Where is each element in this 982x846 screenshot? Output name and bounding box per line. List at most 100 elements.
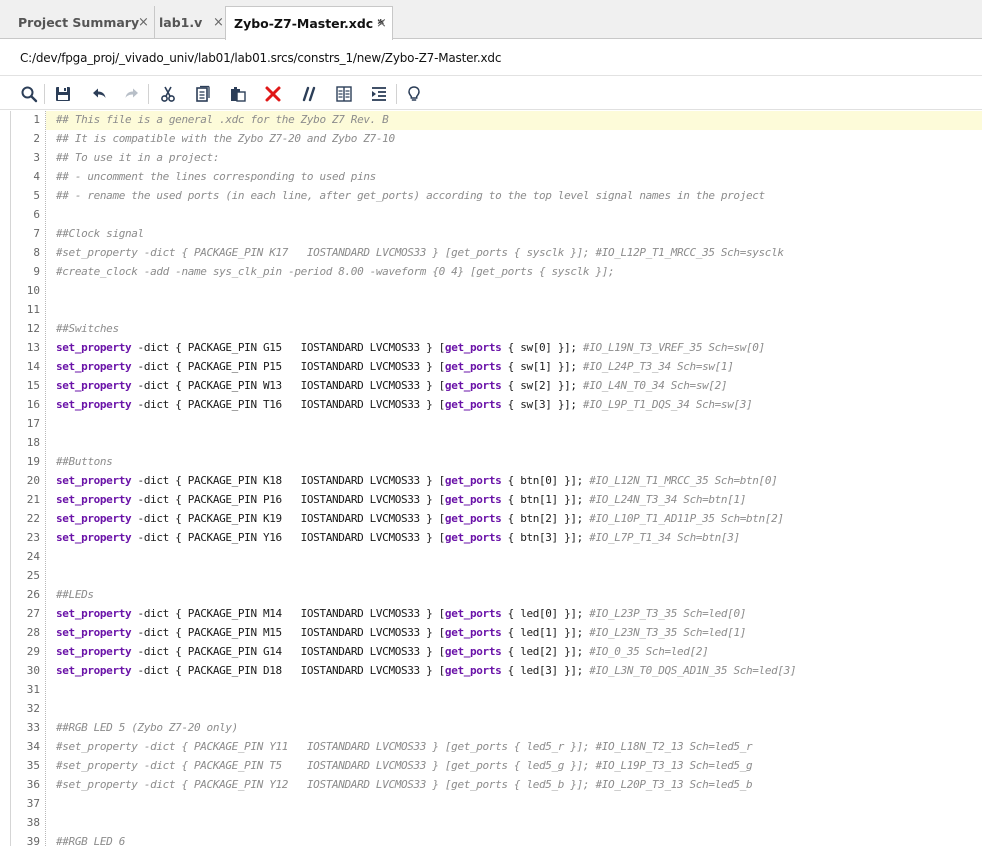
code-token: -dict { PACKAGE_PIN M14 IOSTANDARD LVCMO… bbox=[131, 607, 446, 620]
code-line[interactable]: 26 ##LEDs bbox=[0, 586, 982, 605]
code-line[interactable]: 11 bbox=[0, 301, 982, 320]
search-icon[interactable] bbox=[18, 83, 40, 105]
comment-token: ##Buttons bbox=[56, 455, 113, 468]
code-line[interactable]: 29 set_property -dict { PACKAGE_PIN G14 I… bbox=[0, 643, 982, 662]
code-line[interactable]: 18 bbox=[0, 434, 982, 453]
redo-icon[interactable] bbox=[121, 83, 143, 105]
line-code: ##Switches bbox=[56, 322, 119, 335]
toggle-columns-icon[interactable] bbox=[333, 83, 355, 105]
paste-icon[interactable] bbox=[227, 83, 249, 105]
code-line[interactable]: 20 set_property -dict { PACKAGE_PIN K18 I… bbox=[0, 472, 982, 491]
line-number: 26 bbox=[26, 588, 40, 601]
code-token: { led[3] }]; bbox=[501, 664, 590, 677]
keyword-token: get_ports bbox=[444, 379, 502, 392]
code-line[interactable]: 19 ##Buttons bbox=[0, 453, 982, 472]
code-line[interactable]: 6 bbox=[0, 206, 982, 225]
close-icon[interactable]: × bbox=[138, 15, 149, 30]
keyword-token: set_property bbox=[56, 531, 132, 544]
undo-icon[interactable] bbox=[88, 83, 110, 105]
code-line[interactable]: 33 ##RGB LED 5 (Zybo Z7-20 only) bbox=[0, 719, 982, 738]
code-line[interactable]: 13 set_property -dict { PACKAGE_PIN G15 I… bbox=[0, 339, 982, 358]
save-icon[interactable] bbox=[52, 83, 74, 105]
comment-token: ## - rename the used ports (in each line… bbox=[56, 189, 765, 202]
comment-icon[interactable] bbox=[298, 83, 320, 105]
line-code: set_property -dict { PACKAGE_PIN M15 IOS… bbox=[56, 626, 746, 639]
cut-icon[interactable] bbox=[157, 83, 179, 105]
line-number: 10 bbox=[26, 284, 40, 297]
code-line[interactable]: 30 set_property -dict { PACKAGE_PIN D18 I… bbox=[0, 662, 982, 681]
lightbulb-icon[interactable] bbox=[403, 83, 425, 105]
line-number: 25 bbox=[26, 569, 40, 582]
keyword-token: set_property bbox=[56, 474, 132, 487]
keyword-token: get_ports bbox=[444, 512, 502, 525]
comment-token: #IO_L12N_T1_MRCC_35 Sch=btn[0] bbox=[589, 474, 778, 487]
code-line[interactable]: 25 bbox=[0, 567, 982, 586]
line-number: 31 bbox=[26, 683, 40, 696]
tab-zybo-z7-master-xdc[interactable]: Zybo-Z7-Master.xdc * × bbox=[225, 6, 393, 40]
keyword-token: set_property bbox=[56, 360, 132, 373]
code-line[interactable]: 37 bbox=[0, 795, 982, 814]
line-number: 16 bbox=[26, 398, 40, 411]
code-token: -dict { PACKAGE_PIN Y16 IOSTANDARD LVCMO… bbox=[131, 531, 446, 544]
indent-icon[interactable] bbox=[368, 83, 390, 105]
comment-token: #IO_L3N_T0_DQS_AD1N_35 Sch=led[3] bbox=[589, 664, 797, 677]
code-line[interactable]: 4 ## - uncomment the lines corresponding … bbox=[0, 168, 982, 187]
keyword-token: set_property bbox=[56, 341, 132, 354]
line-code: #set_property -dict { PACKAGE_PIN T5 IOS… bbox=[56, 759, 753, 772]
comment-token: #IO_L10P_T1_AD11P_35 Sch=btn[2] bbox=[589, 512, 784, 525]
line-code: ## To use it in a project: bbox=[56, 151, 219, 164]
line-number: 4 bbox=[33, 170, 40, 183]
code-line[interactable]: 21 set_property -dict { PACKAGE_PIN P16 I… bbox=[0, 491, 982, 510]
code-line[interactable]: 23 set_property -dict { PACKAGE_PIN Y16 I… bbox=[0, 529, 982, 548]
code-line[interactable]: 16 set_property -dict { PACKAGE_PIN T16 I… bbox=[0, 396, 982, 415]
line-code: #set_property -dict { PACKAGE_PIN Y12 IO… bbox=[56, 778, 753, 791]
line-code: #set_property -dict { PACKAGE_PIN K17 IO… bbox=[56, 246, 784, 259]
code-line[interactable]: 8 #set_property -dict { PACKAGE_PIN K17 I… bbox=[0, 244, 982, 263]
code-line[interactable]: 3 ## To use it in a project: bbox=[0, 149, 982, 168]
code-token: { led[1] }]; bbox=[501, 626, 590, 639]
tab-project-summary[interactable]: Project Summary × bbox=[10, 6, 155, 39]
comment-token: #set_property -dict { PACKAGE_PIN T5 IOS… bbox=[56, 759, 753, 772]
keyword-token: get_ports bbox=[444, 398, 502, 411]
code-editor[interactable]: 1 ## This file is a general .xdc for the … bbox=[0, 111, 982, 846]
copy-icon[interactable] bbox=[192, 83, 214, 105]
line-code: ##RGB LED 5 (Zybo Z7-20 only) bbox=[56, 721, 238, 734]
code-line[interactable]: 1 ## This file is a general .xdc for the … bbox=[0, 111, 982, 130]
code-token: { led[2] }]; bbox=[501, 645, 590, 658]
code-line[interactable]: 9 #create_clock -add -name sys_clk_pin -p… bbox=[0, 263, 982, 282]
keyword-token: get_ports bbox=[444, 531, 502, 544]
code-line[interactable]: 34 #set_property -dict { PACKAGE_PIN Y11 … bbox=[0, 738, 982, 757]
code-line[interactable]: 28 set_property -dict { PACKAGE_PIN M15 I… bbox=[0, 624, 982, 643]
code-line[interactable]: 38 bbox=[0, 814, 982, 833]
line-number: 21 bbox=[26, 493, 40, 506]
code-line[interactable]: 24 bbox=[0, 548, 982, 567]
tab-lab1-v[interactable]: lab1.v × bbox=[151, 6, 225, 39]
code-line[interactable]: 32 bbox=[0, 700, 982, 719]
close-icon[interactable]: × bbox=[213, 15, 224, 30]
code-line[interactable]: 2 ## It is compatible with the Zybo Z7-20… bbox=[0, 130, 982, 149]
line-number: 23 bbox=[26, 531, 40, 544]
code-line[interactable]: 12 ##Switches bbox=[0, 320, 982, 339]
code-line[interactable]: 15 set_property -dict { PACKAGE_PIN W13 I… bbox=[0, 377, 982, 396]
code-line[interactable]: 39 ##RGB LED 6 bbox=[0, 833, 982, 846]
line-code: set_property -dict { PACKAGE_PIN P16 IOS… bbox=[56, 493, 746, 506]
line-code: #create_clock -add -name sys_clk_pin -pe… bbox=[56, 265, 615, 278]
line-code: set_property -dict { PACKAGE_PIN P15 IOS… bbox=[56, 360, 734, 373]
delete-icon[interactable] bbox=[262, 83, 284, 105]
code-line[interactable]: 5 ## - rename the used ports (in each lin… bbox=[0, 187, 982, 206]
code-token: { sw[0] }]; bbox=[501, 341, 583, 354]
code-token: -dict { PACKAGE_PIN G14 IOSTANDARD LVCMO… bbox=[131, 645, 446, 658]
code-line[interactable]: 31 bbox=[0, 681, 982, 700]
close-icon[interactable]: × bbox=[376, 16, 387, 31]
code-line[interactable]: 17 bbox=[0, 415, 982, 434]
code-line[interactable]: 35 #set_property -dict { PACKAGE_PIN T5 I… bbox=[0, 757, 982, 776]
line-code: #set_property -dict { PACKAGE_PIN Y11 IO… bbox=[56, 740, 753, 753]
code-line[interactable]: 14 set_property -dict { PACKAGE_PIN P15 I… bbox=[0, 358, 982, 377]
code-line[interactable]: 36 #set_property -dict { PACKAGE_PIN Y12 … bbox=[0, 776, 982, 795]
code-line[interactable]: 7 ##Clock signal bbox=[0, 225, 982, 244]
code-token: { btn[3] }]; bbox=[501, 531, 590, 544]
code-line[interactable]: 22 set_property -dict { PACKAGE_PIN K19 I… bbox=[0, 510, 982, 529]
code-line[interactable]: 10 bbox=[0, 282, 982, 301]
line-number: 39 bbox=[26, 835, 40, 846]
code-line[interactable]: 27 set_property -dict { PACKAGE_PIN M14 I… bbox=[0, 605, 982, 624]
